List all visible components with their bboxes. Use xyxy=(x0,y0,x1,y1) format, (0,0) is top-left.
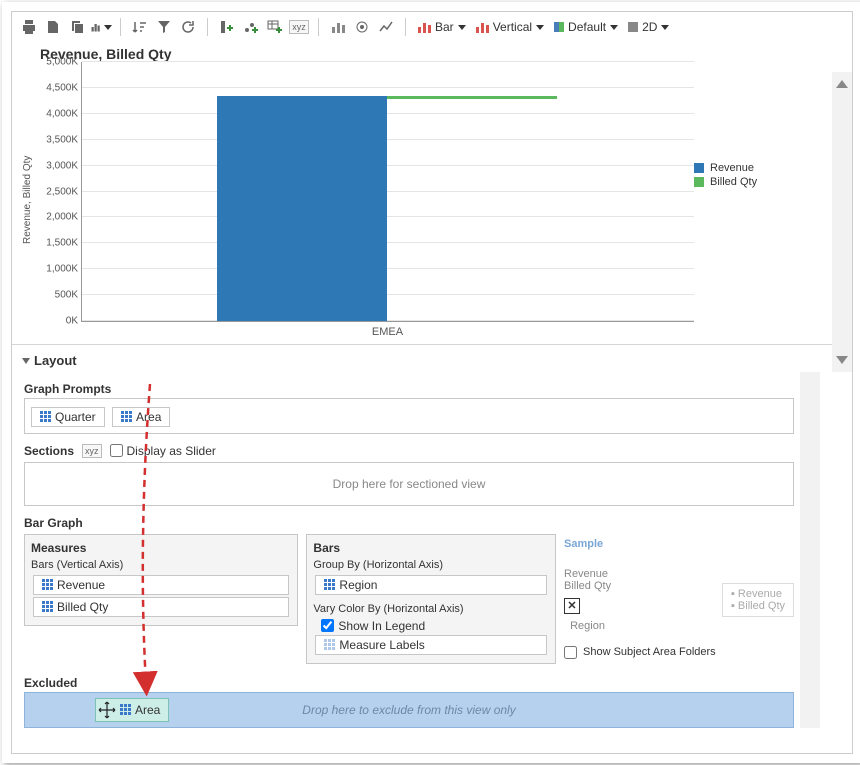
pill-revenue-label: Revenue xyxy=(57,578,105,592)
pill-billedqty[interactable]: Billed Qty xyxy=(33,597,289,617)
show-folders[interactable]: Show Subject Area Folders xyxy=(564,646,794,659)
chart-scrollbar[interactable] xyxy=(832,72,852,372)
sample-leg1: Revenue xyxy=(738,588,782,600)
sample-m2: Billed Qty xyxy=(564,580,611,592)
grip-icon xyxy=(324,639,335,650)
sample-title: Sample xyxy=(564,538,794,550)
pill-quarter[interactable]: Quarter xyxy=(31,407,105,427)
sort-icon[interactable] xyxy=(129,16,151,38)
excluded-dropzone[interactable]: Drop here to exclude from this view only… xyxy=(24,692,794,728)
trend-icon[interactable] xyxy=(375,16,397,38)
bargraph-header: Bar Graph xyxy=(24,516,794,530)
scroll-up-icon[interactable] xyxy=(836,80,848,88)
graph-prompts-header: Graph Prompts xyxy=(24,382,794,396)
x-axis-category: EMEA xyxy=(81,322,694,338)
grip-icon xyxy=(120,704,131,715)
move-cursor-icon xyxy=(98,701,116,719)
style-swatch-icon xyxy=(554,22,564,32)
pill-area-dragging[interactable]: Area xyxy=(95,698,169,722)
grip-icon xyxy=(42,579,53,590)
export-icon[interactable] xyxy=(42,16,64,38)
bars-header: Bars xyxy=(313,541,549,555)
dimension-label: 2D xyxy=(642,20,657,34)
chart: Revenue, Billed Qty 0K500K1,000K1,500K2,… xyxy=(12,62,832,338)
sample-m1: Revenue xyxy=(564,568,611,580)
add-table-icon[interactable] xyxy=(264,16,286,38)
orientation-label: Vertical xyxy=(493,20,532,34)
pill-billedqty-label: Billed Qty xyxy=(57,600,108,614)
pill-area-prompts[interactable]: Area xyxy=(112,407,170,427)
chart-dropdown-icon[interactable] xyxy=(90,16,112,38)
sample-xaxis: Region xyxy=(564,620,611,632)
show-folders-checkbox[interactable] xyxy=(564,646,577,659)
sample-leg2: Billed Qty xyxy=(738,600,785,612)
add-scatter-icon[interactable] xyxy=(240,16,262,38)
xyz-icon[interactable]: xyz xyxy=(288,16,310,38)
toolbar: xyz Bar Vertical Default 2D xyxy=(12,12,852,42)
layout-header-label: Layout xyxy=(34,353,77,368)
dimension-dropdown[interactable]: 2D xyxy=(624,18,673,36)
chart-plot: 0K500K1,000K1,500K2,000K2,500K3,000K3,50… xyxy=(81,62,694,322)
layout-scrollbar[interactable] xyxy=(800,372,820,728)
bars-plain-icon[interactable] xyxy=(327,16,349,38)
refresh-icon[interactable] xyxy=(177,16,199,38)
display-as-slider-checkbox[interactable] xyxy=(110,444,123,457)
measures-header: Measures xyxy=(31,541,291,555)
pill-quarter-label: Quarter xyxy=(55,410,96,424)
bars-groupby: Group By (Horizontal Axis) xyxy=(313,559,549,571)
style-dropdown[interactable]: Default xyxy=(550,18,622,36)
measures-sub: Bars (Vertical Axis) xyxy=(31,559,291,571)
pill-revenue[interactable]: Revenue xyxy=(33,575,289,595)
print-icon[interactable] xyxy=(18,16,40,38)
legend-item-revenue: Revenue xyxy=(710,162,754,174)
add-column-icon[interactable] xyxy=(216,16,238,38)
chart-type-label: Bar xyxy=(435,20,454,34)
display-as-slider[interactable]: Display as Slider xyxy=(110,444,216,458)
style-label: Default xyxy=(568,20,606,34)
target-icon[interactable] xyxy=(351,16,373,38)
layout-section-header[interactable]: Layout xyxy=(12,344,832,372)
graph-prompts-dropzone[interactable]: Quarter Area xyxy=(24,398,794,434)
dimension-swatch-icon xyxy=(628,22,638,32)
chart-legend: Revenue Billed Qty xyxy=(694,62,824,338)
show-in-legend-checkbox[interactable] xyxy=(321,619,334,632)
grip-icon xyxy=(324,579,335,590)
pill-region-label: Region xyxy=(339,578,377,592)
grip-icon xyxy=(121,411,132,422)
sections-dropzone[interactable]: Drop here for sectioned view xyxy=(24,462,794,506)
chart-title: Revenue, Billed Qty xyxy=(12,42,832,62)
scroll-down-icon[interactable] xyxy=(836,356,848,364)
copy-icon[interactable] xyxy=(66,16,88,38)
orientation-dropdown[interactable]: Vertical xyxy=(472,18,548,36)
y-axis-label: Revenue, Billed Qty xyxy=(20,62,35,338)
sections-dropzone-text: Drop here for sectioned view xyxy=(333,477,486,491)
pill-region[interactable]: Region xyxy=(315,575,547,595)
legend-item-billedqty: Billed Qty xyxy=(710,176,757,188)
bars-icon-vert xyxy=(476,21,489,33)
funnel-icon[interactable] xyxy=(153,16,175,38)
grip-icon xyxy=(40,411,51,422)
excluded-header: Excluded xyxy=(24,676,794,690)
sample-chart-icon: ✕ xyxy=(564,598,580,614)
grip-icon xyxy=(42,601,53,612)
chart-type-dropdown[interactable]: Bar xyxy=(414,18,470,36)
editor-window: xyz Bar Vertical Default 2D R xyxy=(2,2,860,763)
pill-measure-labels-text: Measure Labels xyxy=(339,638,424,652)
excluded-dropzone-text: Drop here to exclude from this view only xyxy=(302,703,515,717)
xyz-sections-icon[interactable]: xyz xyxy=(82,444,102,458)
bars-varycolor: Vary Color By (Horizontal Axis) xyxy=(313,603,549,615)
bars-icon-red xyxy=(418,21,431,33)
twisty-icon xyxy=(22,358,30,364)
pill-measure-labels[interactable]: Measure Labels xyxy=(315,635,547,655)
pill-area-dragging-label: Area xyxy=(135,703,160,717)
bars-panel: Bars Group By (Horizontal Axis) Region V… xyxy=(306,534,556,664)
show-in-legend-label: Show In Legend xyxy=(338,619,425,633)
show-folders-label: Show Subject Area Folders xyxy=(583,646,716,658)
pill-area-label: Area xyxy=(136,410,161,424)
show-in-legend[interactable]: Show In Legend xyxy=(321,619,549,633)
sample-preview: Sample Revenue Billed Qty ✕ Region ▪ Rev… xyxy=(564,534,794,659)
sections-header: Sections xyxy=(24,444,74,458)
display-as-slider-label: Display as Slider xyxy=(127,444,216,458)
measures-panel: Measures Bars (Vertical Axis) Revenue Bi… xyxy=(24,534,298,626)
